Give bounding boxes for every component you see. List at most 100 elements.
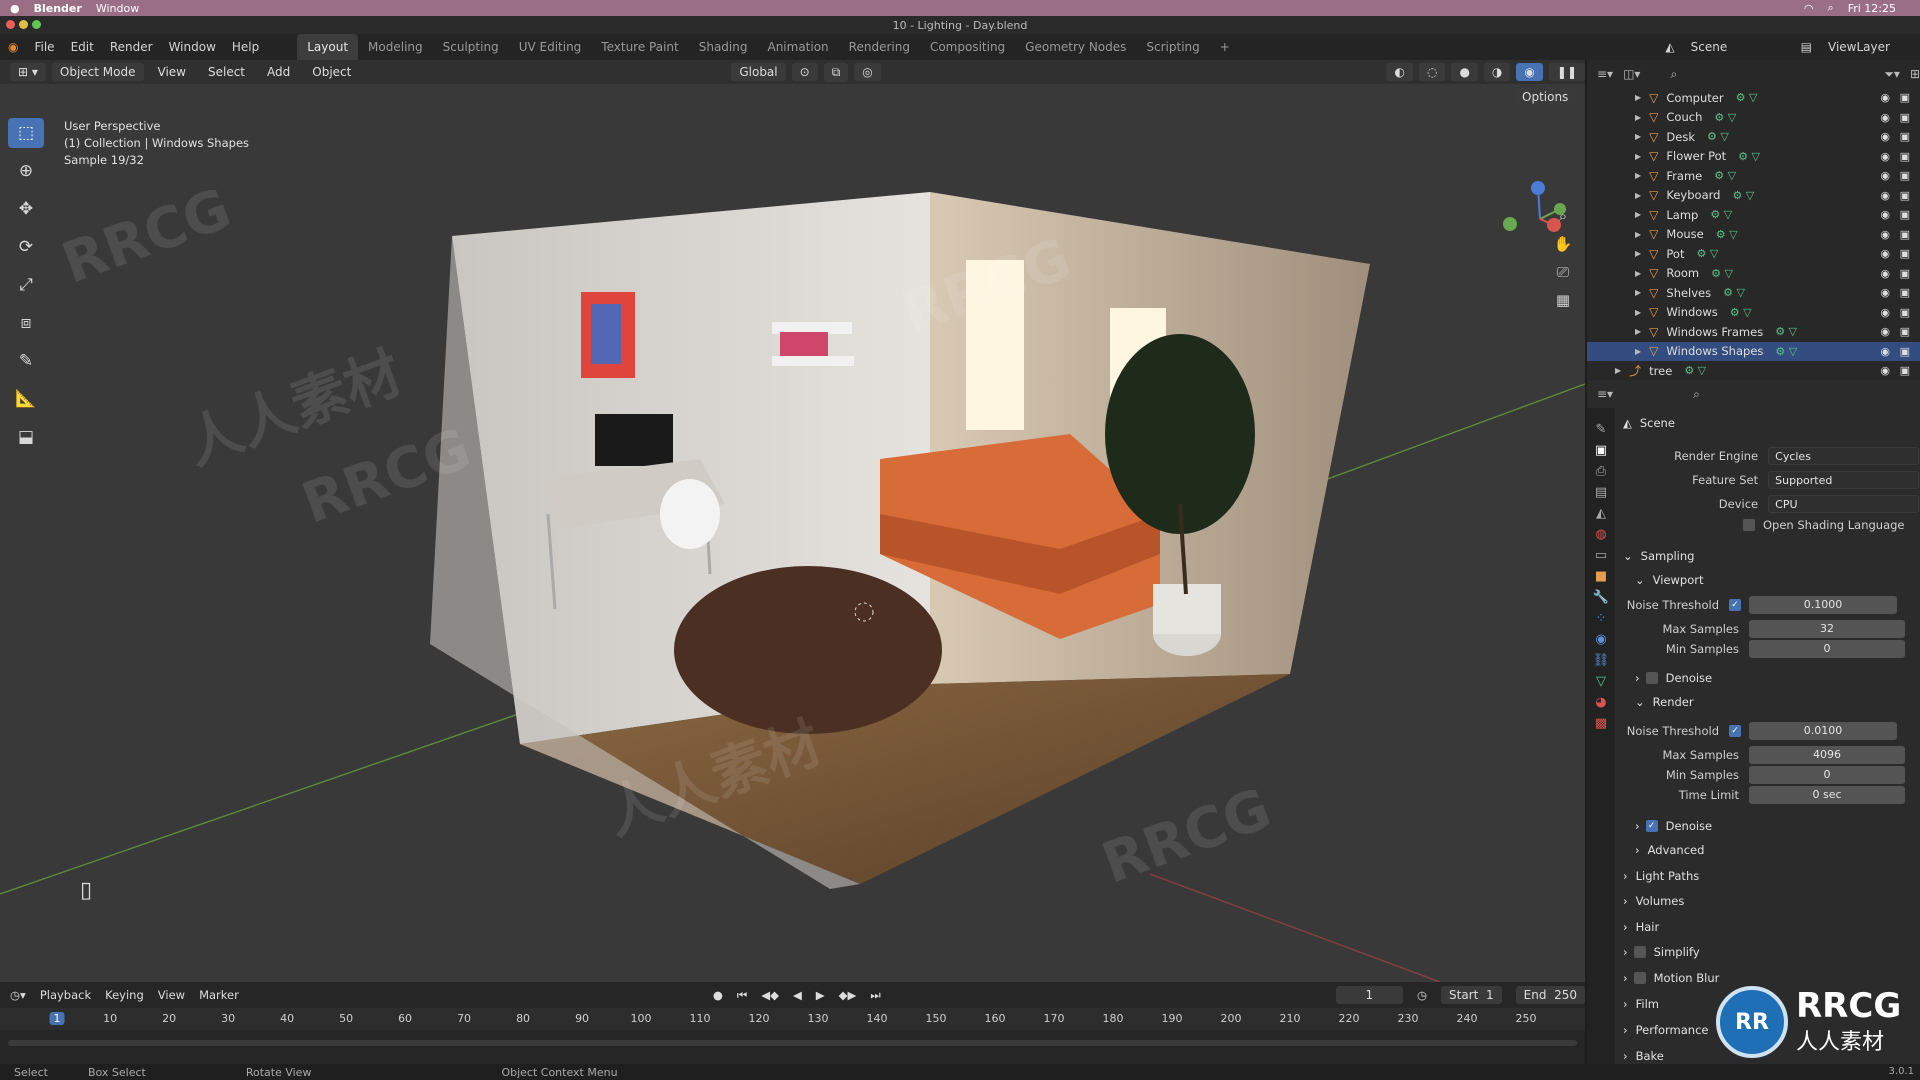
material-shading-icon[interactable]: ◑ [1483, 63, 1511, 81]
panel-volumes[interactable]: Volumes [1636, 894, 1685, 908]
properties-search-icon[interactable]: ⌕ [1693, 387, 1700, 402]
menu-help[interactable]: Help [224, 40, 267, 54]
visibility-eye-icon[interactable]: ◉ [1880, 267, 1890, 280]
vp-denoise-checkbox[interactable] [1645, 672, 1658, 684]
tab-uv-editing[interactable]: UV Editing [509, 34, 592, 60]
r-noise-checkbox[interactable]: ✓ [1729, 725, 1741, 737]
play-reverse-icon[interactable]: ◀ [793, 988, 802, 1002]
outliner-row[interactable]: ▶ ▽ Computer ⚙ ▽ ◉ ▣ [1587, 88, 1920, 108]
output-tab-icon[interactable]: ⎙ [1596, 464, 1606, 479]
tab-shading[interactable]: Shading [689, 34, 758, 60]
panel-light-paths[interactable]: Light Paths [1636, 869, 1700, 883]
pivot-icon[interactable]: ⊙ [791, 63, 818, 81]
expand-arrow-icon[interactable]: ▶ [1635, 210, 1641, 219]
advanced-chevron-icon[interactable]: › [1635, 843, 1640, 857]
outliner-row[interactable]: ▶ ▽ Keyboard ⚙ ▽ ◉ ▣ [1587, 186, 1920, 206]
expand-arrow-icon[interactable]: ▶ [1635, 288, 1641, 297]
viewport-chevron-icon[interactable]: ⌄ [1635, 573, 1645, 587]
menu-timeline-view[interactable]: View [158, 988, 185, 1002]
close-window-button[interactable] [6, 20, 15, 29]
solid-shading-icon[interactable]: ● [1451, 63, 1478, 81]
render-camera-icon[interactable]: ▣ [1900, 345, 1910, 358]
panel-simplify[interactable]: Simplify [1654, 945, 1700, 959]
zoom-icon[interactable]: ⌕ [1550, 203, 1576, 229]
viewport-subpanel[interactable]: Viewport [1653, 573, 1704, 587]
expand-arrow-icon[interactable]: ▶ [1635, 152, 1641, 161]
view-layer-icon[interactable]: ▤ [1793, 40, 1820, 54]
collection-tab-icon[interactable]: ▭ [1595, 548, 1607, 563]
camera-view-icon[interactable]: ⎚ [1550, 259, 1576, 285]
timeline-scrollbar[interactable] [8, 1040, 1577, 1046]
render-camera-icon[interactable]: ▣ [1900, 169, 1910, 182]
visibility-eye-icon[interactable]: ◉ [1880, 130, 1890, 143]
render-camera-icon[interactable]: ▣ [1900, 364, 1910, 377]
motion-blur-checkbox[interactable] [1633, 972, 1646, 984]
zoom-window-button[interactable] [32, 20, 41, 29]
world-tab-icon[interactable]: ◍ [1595, 527, 1606, 542]
outliner-row[interactable]: ▶ ▽ Windows Frames ⚙ ▽ ◉ ▣ [1587, 322, 1920, 342]
tab-texture-paint[interactable]: Texture Paint [591, 34, 688, 60]
outliner-row[interactable]: ▶ ▽ Shelves ⚙ ▽ ◉ ▣ [1587, 283, 1920, 303]
rendered-shading-icon[interactable]: ◉ [1516, 63, 1543, 81]
outliner-row[interactable]: ▶ ▽ Room ⚙ ▽ ◉ ▣ [1587, 264, 1920, 284]
menu-edit[interactable]: Edit [63, 40, 102, 54]
outliner-row[interactable]: ▶ ▽ Pot ⚙ ▽ ◉ ▣ [1587, 244, 1920, 264]
outliner-row[interactable]: ▶ ▽ Couch ⚙ ▽ ◉ ▣ [1587, 108, 1920, 128]
editor-type-button[interactable]: ⊞ ▾ [10, 63, 46, 81]
expand-arrow-icon[interactable]: ▶ [1635, 171, 1641, 180]
tab-rendering[interactable]: Rendering [839, 34, 920, 60]
view-layer-selector[interactable]: ViewLayer [1820, 40, 1920, 54]
visibility-eye-icon[interactable]: ◉ [1880, 91, 1890, 104]
clock[interactable]: Fri 12:25 [1848, 2, 1896, 15]
material-tab-icon[interactable]: ◕ [1595, 695, 1606, 710]
properties-editor-icon[interactable]: ≡▾ [1597, 387, 1613, 401]
sampling-chevron-icon[interactable]: ⌄ [1623, 549, 1633, 563]
render-camera-icon[interactable]: ▣ [1900, 286, 1910, 299]
r-denoise-chevron-icon[interactable]: › [1635, 819, 1640, 833]
prev-keyframe-icon[interactable]: ◀◆ [761, 988, 779, 1002]
expand-arrow-icon[interactable]: ▶ [1615, 366, 1621, 375]
timeline-editor-icon[interactable]: ◷▾ [10, 988, 26, 1002]
osl-checkbox[interactable] [1743, 519, 1755, 531]
data-tab-icon[interactable]: ▽ [1596, 674, 1606, 689]
vp-noise-checkbox[interactable]: ✓ [1729, 599, 1741, 611]
outliner-row[interactable]: ▶ ▽ Lamp ⚙ ▽ ◉ ▣ [1587, 205, 1920, 225]
jump-start-icon[interactable]: ⏮ [737, 988, 747, 1003]
current-frame-field[interactable]: 1 [1335, 986, 1403, 1004]
outliner-row[interactable]: ▶ ▽ Windows ⚙ ▽ ◉ ▣ [1587, 303, 1920, 323]
display-mode-icon[interactable]: ◫▾ [1623, 67, 1640, 81]
visibility-eye-icon[interactable]: ◉ [1880, 111, 1890, 124]
render-camera-icon[interactable]: ▣ [1900, 189, 1910, 202]
device-dropdown[interactable]: CPU [1768, 495, 1919, 513]
overlays-icon[interactable]: ◐ [1386, 63, 1413, 81]
outliner-row[interactable]: ▶ ▽ Mouse ⚙ ▽ ◉ ▣ [1587, 225, 1920, 245]
expand-arrow-icon[interactable]: ▶ [1635, 132, 1641, 141]
outliner-search-icon[interactable]: ⌕ [1670, 67, 1677, 82]
expand-arrow-icon[interactable]: ▶ [1635, 191, 1641, 200]
tab-sculpting[interactable]: Sculpting [433, 34, 509, 60]
next-keyframe-icon[interactable]: ◆▶ [839, 988, 857, 1002]
render-tab-icon[interactable]: ▣ [1595, 443, 1607, 458]
r-max-samples-field[interactable]: 4096 [1749, 746, 1905, 764]
vp-noise-field[interactable]: 0.1000 [1749, 596, 1897, 614]
panel-hair[interactable]: Hair [1636, 920, 1660, 934]
mode-dropdown[interactable]: Object Mode [51, 63, 144, 81]
wireframe-shading-icon[interactable]: ◌ [1418, 63, 1446, 81]
move-tool[interactable]: ✥ [8, 194, 44, 224]
jump-end-icon[interactable]: ⏭ [870, 988, 880, 1003]
search-icon[interactable]: ⌕ [1828, 1, 1834, 15]
object-tab-icon[interactable]: ■ [1595, 569, 1607, 584]
chevron-right-icon[interactable]: › [1623, 920, 1628, 934]
tab-scripting[interactable]: Scripting [1136, 34, 1209, 60]
start-frame-field[interactable]: Start 1 [1441, 986, 1502, 1004]
panel-bake[interactable]: Bake [1636, 1049, 1664, 1063]
tab-compositing[interactable]: Compositing [920, 34, 1015, 60]
minimize-window-button[interactable] [19, 20, 28, 29]
expand-arrow-icon[interactable]: ▶ [1635, 93, 1641, 102]
expand-arrow-icon[interactable]: ▶ [1635, 249, 1641, 258]
expand-arrow-icon[interactable]: ▶ [1635, 269, 1641, 278]
r-noise-field[interactable]: 0.0100 [1749, 722, 1897, 740]
render-chevron-icon[interactable]: ⌄ [1635, 695, 1645, 709]
visibility-eye-icon[interactable]: ◉ [1880, 364, 1890, 377]
menu-render[interactable]: Render [102, 40, 161, 54]
